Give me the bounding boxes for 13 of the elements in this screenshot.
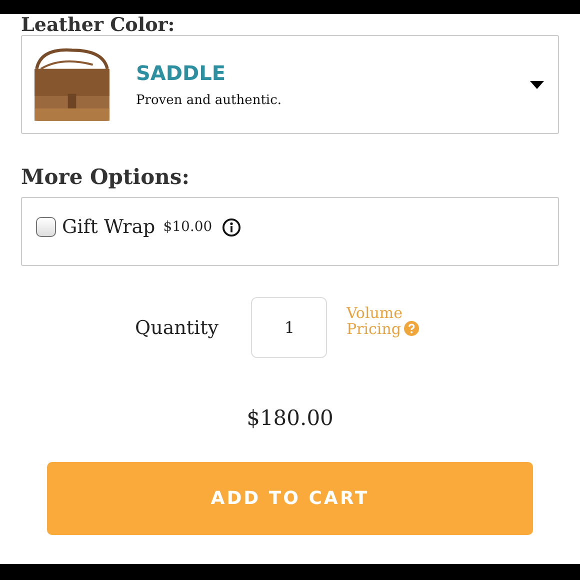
checkbox[interactable] <box>36 217 56 237</box>
color-select[interactable]: SADDLE Proven and authentic. <box>21 35 559 134</box>
section-heading: More Options: <box>21 164 190 189</box>
quantity-field[interactable]: 1 <box>251 297 328 358</box>
option-price: $10.00 <box>163 219 212 235</box>
product-price: $180.00 <box>246 406 334 430</box>
info-icon[interactable] <box>222 218 242 236</box>
option-name: SADDLE <box>136 61 226 85</box>
quantity-label: Quantity <box>135 316 218 338</box>
option-description: Proven and authentic. <box>136 93 282 108</box>
section-heading: Leather Color: <box>21 15 176 35</box>
caret-icon <box>530 80 544 88</box>
option-label: Gift Wrap <box>62 216 156 238</box>
